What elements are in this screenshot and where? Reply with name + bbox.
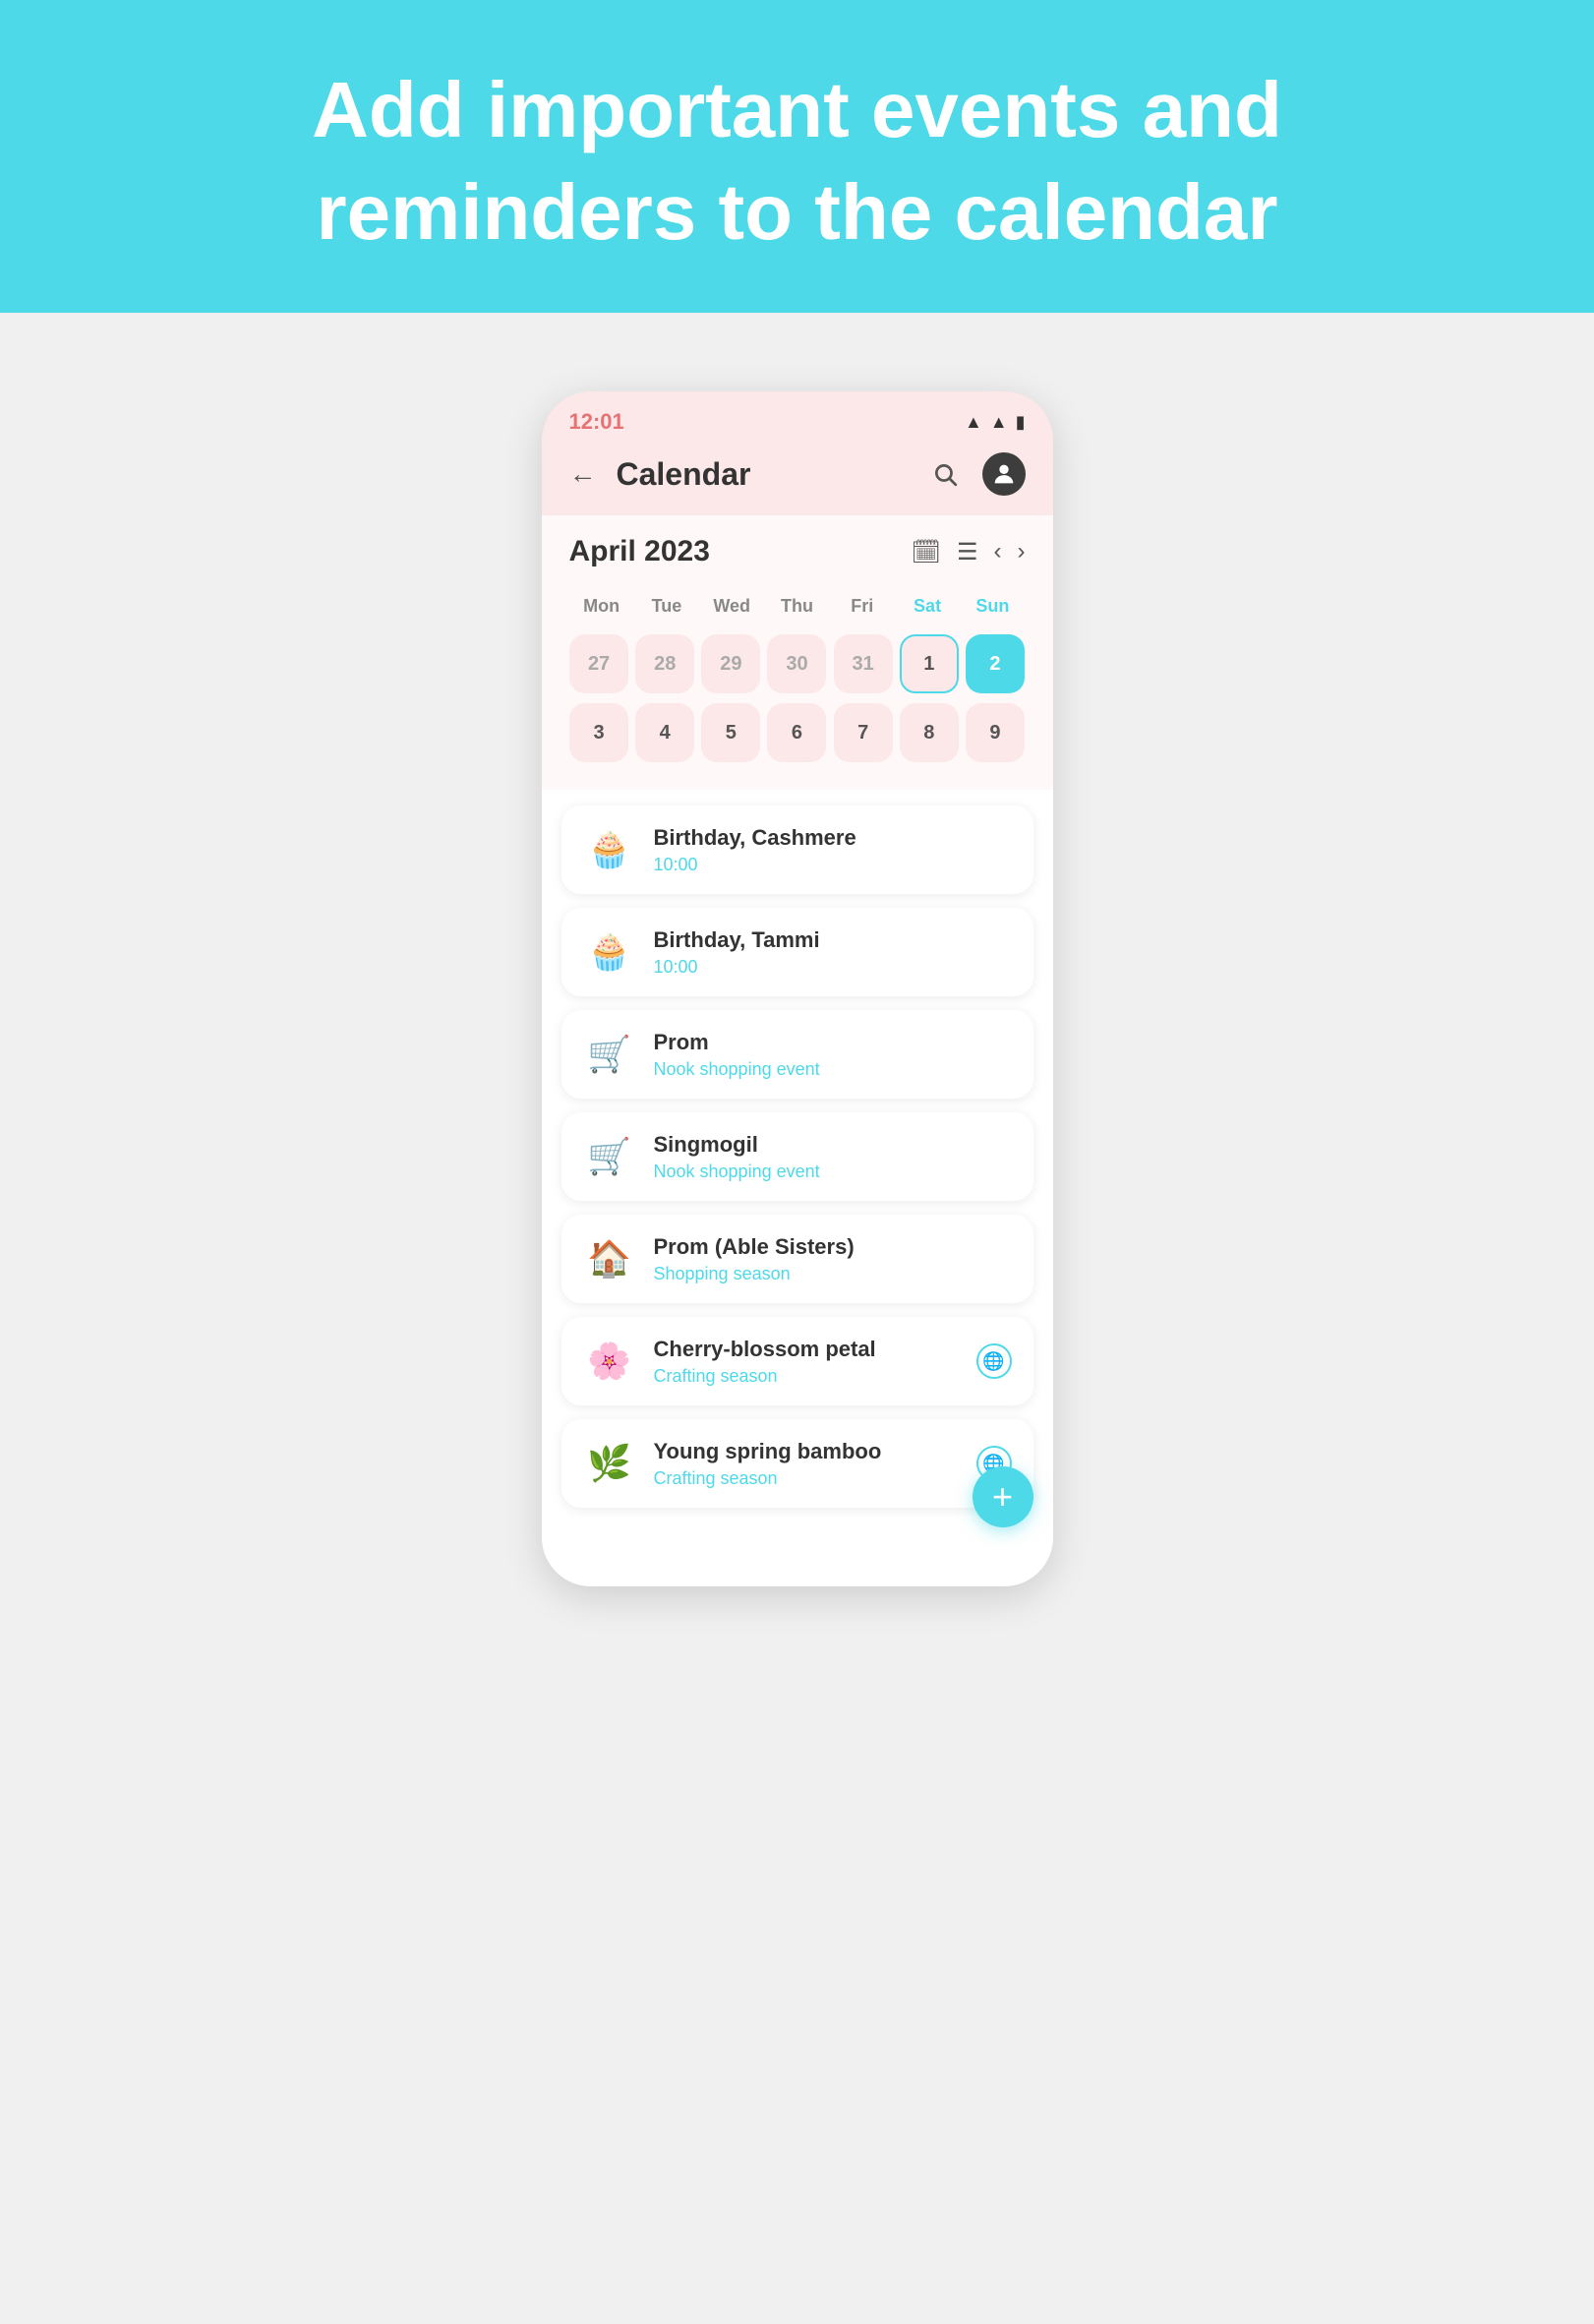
event-sub-young-spring-bamboo: Crafting season <box>654 1468 959 1489</box>
event-title-birthday-cashmere: Birthday, Cashmere <box>654 825 1012 851</box>
event-info-prom-nook: Prom Nook shopping event <box>654 1030 1012 1080</box>
cal-day-28[interactable]: 28 <box>635 634 694 693</box>
event-title-young-spring-bamboo: Young spring bamboo <box>654 1439 959 1464</box>
event-info-prom-able-sisters: Prom (Able Sisters) Shopping season <box>654 1234 1012 1284</box>
calendar-grid: 27 28 29 30 31 1 2 <box>569 634 1026 693</box>
back-button[interactable]: ← <box>569 458 597 490</box>
calendar-header: April 2023 🗓 ☰ ‹ › <box>569 535 1026 568</box>
status-bar: 12:01 ▲ ▲ ▮ <box>542 391 1053 443</box>
cal-day-7[interactable]: 7 <box>834 703 893 762</box>
cal-day-9[interactable]: 9 <box>966 703 1025 762</box>
event-card-prom-nook[interactable]: 🛒 Prom Nook shopping event <box>561 1010 1033 1099</box>
top-banner: Add important events and reminders to th… <box>0 0 1594 313</box>
event-icon-house: 🏠 <box>583 1232 636 1285</box>
signal-icon: ▲ <box>990 412 1008 433</box>
event-icon-blossom: 🌸 <box>583 1335 636 1388</box>
event-icon-cart-prom: 🛒 <box>583 1028 636 1081</box>
cal-day-8[interactable]: 8 <box>900 703 959 762</box>
event-title-prom-able-sisters: Prom (Able Sisters) <box>654 1234 1012 1260</box>
weekday-wed: Wed <box>699 588 764 625</box>
phone-frame-wrapper: 12:01 ▲ ▲ ▮ ← Calendar <box>542 391 1053 1586</box>
cal-day-27[interactable]: 27 <box>569 634 628 693</box>
cal-day-5[interactable]: 5 <box>701 703 760 762</box>
calendar-nav: 🗓 ☰ ‹ › <box>912 538 1026 566</box>
event-sub-birthday-tammi: 10:00 <box>654 957 1012 978</box>
weekday-mon: Mon <box>569 588 634 625</box>
event-info-singmogil: Singmogil Nook shopping event <box>654 1132 1012 1182</box>
event-card-young-spring-bamboo[interactable]: 🌿 Young spring bamboo Crafting season 🌐 … <box>561 1419 1033 1508</box>
app-bar-left: ← Calendar <box>569 456 751 493</box>
cal-day-1[interactable]: 1 <box>900 634 959 693</box>
event-icon-cupcake-tammi: 🧁 <box>583 925 636 979</box>
prev-month-button[interactable]: ‹ <box>994 538 1002 566</box>
sim-icon: ▲ <box>965 412 982 433</box>
event-sub-prom-nook: Nook shopping event <box>654 1059 1012 1080</box>
app-bar-right <box>923 452 1026 496</box>
event-card-prom-able-sisters[interactable]: 🏠 Prom (Able Sisters) Shopping season <box>561 1215 1033 1303</box>
weekday-headers: Mon Tue Wed Thu Fri Sat Sun <box>569 588 1026 625</box>
status-time: 12:01 <box>569 409 624 435</box>
event-info-young-spring-bamboo: Young spring bamboo Crafting season <box>654 1439 959 1489</box>
event-sub-singmogil: Nook shopping event <box>654 1162 1012 1182</box>
event-sub-cherry-blossom: Crafting season <box>654 1366 959 1387</box>
event-sub-birthday-cashmere: 10:00 <box>654 855 1012 875</box>
app-title: Calendar <box>617 456 751 493</box>
cal-day-31[interactable]: 31 <box>834 634 893 693</box>
avatar-button[interactable] <box>982 452 1026 496</box>
calendar-section: April 2023 🗓 ☰ ‹ › Mon Tue Wed Thu Fri S… <box>542 515 1053 790</box>
cal-day-2[interactable]: 2 <box>966 634 1025 693</box>
event-card-cherry-blossom[interactable]: 🌸 Cherry-blossom petal Crafting season 🌐 <box>561 1317 1033 1405</box>
event-icon-cart-singmogil: 🛒 <box>583 1130 636 1183</box>
cal-day-30[interactable]: 30 <box>767 634 826 693</box>
event-title-singmogil: Singmogil <box>654 1132 1012 1158</box>
fab-plus-icon: + <box>992 1476 1013 1518</box>
search-button[interactable] <box>923 452 967 496</box>
next-month-button[interactable]: › <box>1018 538 1026 566</box>
event-sub-prom-able-sisters: Shopping season <box>654 1264 1012 1284</box>
weekday-fri: Fri <box>830 588 895 625</box>
add-event-fab[interactable]: + <box>973 1466 1033 1527</box>
event-card-birthday-cashmere[interactable]: 🧁 Birthday, Cashmere 10:00 <box>561 805 1033 894</box>
event-title-cherry-blossom: Cherry-blossom petal <box>654 1337 959 1362</box>
event-title-birthday-tammi: Birthday, Tammi <box>654 927 1012 953</box>
event-card-singmogil[interactable]: 🛒 Singmogil Nook shopping event <box>561 1112 1033 1201</box>
event-info-birthday-tammi: Birthday, Tammi 10:00 <box>654 927 1012 978</box>
event-icon-bamboo: 🌿 <box>583 1437 636 1490</box>
cal-day-3[interactable]: 3 <box>569 703 628 762</box>
event-title-prom: Prom <box>654 1030 1012 1055</box>
cal-day-4[interactable]: 4 <box>635 703 694 762</box>
status-icons: ▲ ▲ ▮ <box>965 412 1026 433</box>
month-year-label: April 2023 <box>569 535 710 568</box>
weekday-thu: Thu <box>764 588 829 625</box>
cal-day-29[interactable]: 29 <box>701 634 760 693</box>
calendar-grid-row2: 3 4 5 6 7 8 9 <box>569 703 1026 762</box>
event-info-birthday-cashmere: Birthday, Cashmere 10:00 <box>654 825 1012 875</box>
weekday-sun: Sun <box>960 588 1025 625</box>
weekday-sat: Sat <box>895 588 960 625</box>
event-card-birthday-tammi[interactable]: 🧁 Birthday, Tammi 10:00 <box>561 908 1033 996</box>
event-icon-cupcake: 🧁 <box>583 823 636 876</box>
calendar-list-icon[interactable]: ☰ <box>957 538 978 566</box>
events-section: 🧁 Birthday, Cashmere 10:00 🧁 Birthday, T… <box>542 790 1053 1586</box>
banner-title: Add important events and reminders to th… <box>197 59 1397 264</box>
phone-frame: 12:01 ▲ ▲ ▮ ← Calendar <box>542 391 1053 1586</box>
app-bar: ← Calendar <box>542 443 1053 515</box>
weekday-tue: Tue <box>634 588 699 625</box>
cal-day-6[interactable]: 6 <box>767 703 826 762</box>
event-badge-cherry-blossom: 🌐 <box>976 1343 1012 1379</box>
calendar-view-icon[interactable]: 🗓 <box>912 538 941 566</box>
event-info-cherry-blossom: Cherry-blossom petal Crafting season <box>654 1337 959 1387</box>
battery-icon: ▮ <box>1016 412 1026 433</box>
